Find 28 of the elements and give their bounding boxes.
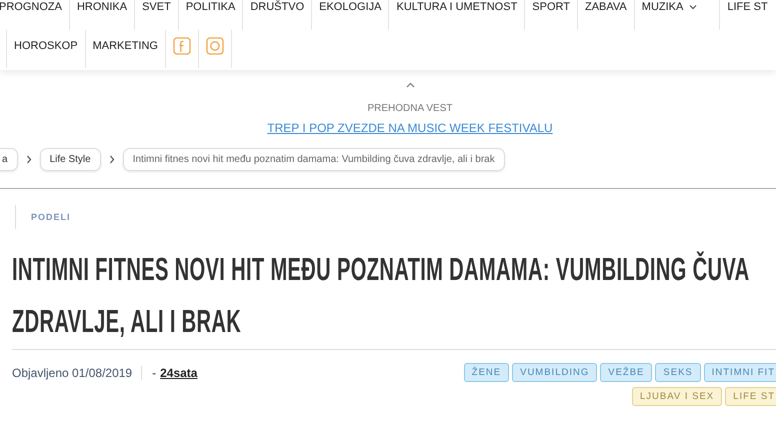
nav-link[interactable]: POLITIKA: [186, 0, 236, 14]
chevron-right-icon: [26, 155, 32, 164]
previous-article-label: PREHODNA VEST: [367, 103, 453, 114]
publish-date: Objavljeno 01/08/2019: [12, 366, 142, 380]
source-link[interactable]: 24sata: [160, 366, 198, 380]
nav-link[interactable]: MARKETING: [92, 39, 158, 53]
nav-link[interactable]: EKOLOGIJA: [319, 0, 382, 14]
facebook-icon[interactable]: [172, 37, 191, 55]
breadcrumb[interactable]: Intimni fitnes novi hit među poznatim damama: Vumbilding čuva zdravlje, ali i brak: [122, 148, 505, 171]
nav-link[interactable]: HOROSKOP: [14, 39, 78, 53]
breadcrumb[interactable]: Life Style: [40, 148, 101, 171]
nav-link[interactable]: MUZIKA: [642, 0, 698, 14]
nav-link[interactable]: DRUŠTVO: [250, 0, 304, 14]
nav-link[interactable]: PROGNOZA: [0, 0, 62, 14]
article-title: INTIMNI FITNES NOVI HIT MEĐU POZNATIM DAMAMA: VUMBILDING ČUVA ZDRAVLJE, ALI I BRAK: [12, 250, 750, 341]
nav-link[interactable]: LIFE ST: [727, 0, 768, 14]
nav-link[interactable]: SVET: [142, 0, 171, 14]
chevron-down-icon: [689, 4, 698, 10]
chevron-right-icon: [108, 155, 115, 164]
nav-link[interactable]: KULTURA I UMETNOST: [396, 0, 518, 14]
previous-article-link[interactable]: TREP I POP ZVEZDE NA MUSIC WEEK FESTIVALU: [267, 121, 553, 135]
chevron-up-icon[interactable]: [406, 82, 414, 88]
source-prefix: -: [152, 366, 156, 380]
breadcrumb[interactable]: a: [0, 148, 18, 171]
nav-link[interactable]: SPORT: [532, 0, 570, 14]
nav-link[interactable]: HRONIKA: [76, 0, 128, 14]
instagram-icon[interactable]: [206, 37, 224, 55]
nav-link[interactable]: ZABAVA: [585, 0, 627, 14]
